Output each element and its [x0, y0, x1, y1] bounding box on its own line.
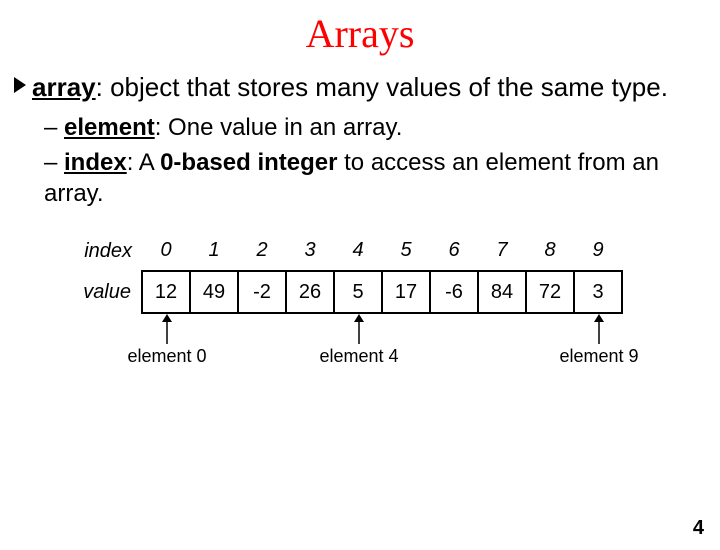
zero-based-integer: 0-based integer	[160, 149, 337, 176]
value-cell: 3	[574, 271, 622, 313]
page-title: Arrays	[0, 10, 720, 57]
array-table: index 0 1 2 3 4 5 6 7 8 9 value 12 49 -2…	[74, 231, 720, 314]
value-cell: 49	[190, 271, 238, 313]
index-cell: 2	[238, 231, 286, 271]
subitem-element-rest: : One value in an array.	[155, 114, 403, 141]
dash: –	[44, 149, 64, 176]
label-element-9: element 9	[554, 314, 644, 367]
index-cell: 5	[382, 231, 430, 271]
label-text: element 4	[314, 346, 404, 367]
label-text: element 0	[122, 346, 212, 367]
index-cell: 9	[574, 231, 622, 271]
index-row: index 0 1 2 3 4 5 6 7 8 9	[74, 231, 622, 271]
row-header-index: index	[74, 231, 142, 271]
value-cell: -6	[430, 271, 478, 313]
row-header-value: value	[74, 271, 142, 313]
value-cell: 72	[526, 271, 574, 313]
label-text: element 9	[554, 346, 644, 367]
value-cell: 12	[142, 271, 190, 313]
index-cell: 4	[334, 231, 382, 271]
value-cell: 17	[382, 271, 430, 313]
bullet-text: array: object that stores many values of…	[32, 71, 702, 104]
subitem-index: – index: A 0-based integer to access an …	[44, 147, 700, 209]
arrow-up-icon	[593, 314, 605, 344]
value-cell: 26	[286, 271, 334, 313]
value-row: value 12 49 -2 26 5 17 -6 84 72 3	[74, 271, 622, 313]
label-element-4: element 4	[314, 314, 404, 367]
label-element-0: element 0	[122, 314, 212, 367]
bullet-icon	[14, 77, 30, 93]
value-cell: -2	[238, 271, 286, 313]
index-cell: 6	[430, 231, 478, 271]
term-index: index	[64, 149, 127, 176]
bullet-array-definition: array: object that stores many values of…	[0, 71, 720, 104]
index-cell: 3	[286, 231, 334, 271]
term-array: array	[32, 72, 96, 102]
element-labels: element 0 element 4 element 9	[74, 314, 720, 384]
page-number: 4	[693, 517, 704, 540]
term-element: element	[64, 114, 155, 141]
arrow-up-icon	[353, 314, 365, 344]
value-cell: 5	[334, 271, 382, 313]
index-cell: 0	[142, 231, 190, 271]
index-cell: 7	[478, 231, 526, 271]
subitem-index-rest1: : A	[127, 149, 160, 176]
dash: –	[44, 114, 64, 141]
value-cell: 84	[478, 271, 526, 313]
index-cell: 8	[526, 231, 574, 271]
arrow-up-icon	[161, 314, 173, 344]
sublist: – element: One value in an array. – inde…	[0, 104, 720, 210]
bullet-rest: : object that stores many values of the …	[96, 72, 668, 102]
subitem-element: – element: One value in an array.	[44, 112, 700, 143]
index-cell: 1	[190, 231, 238, 271]
